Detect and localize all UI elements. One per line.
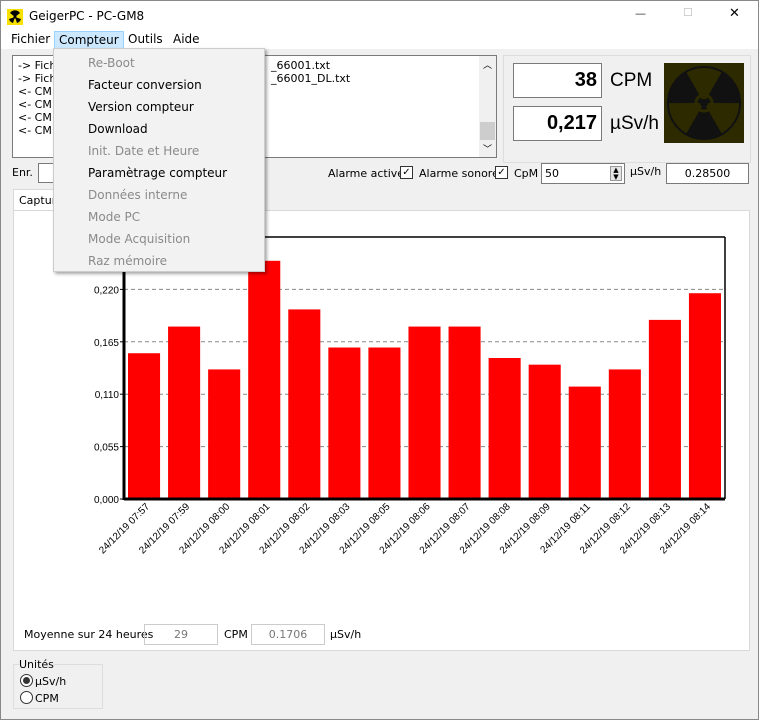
- menu-item-mode-pc: Mode PC: [88, 210, 141, 224]
- y-tick-label: 0,110: [95, 390, 120, 401]
- bar: [368, 347, 401, 499]
- average-cpm-unit: CPM: [224, 628, 248, 641]
- compteur-dropdown-menu: Re-Boot Facteur conversion Version compteu…: [53, 48, 265, 272]
- y-tick-label: 0,220: [94, 285, 119, 296]
- menu-item-facteur-conversion[interactable]: Facteur conversion: [88, 74, 202, 96]
- bar: [328, 347, 361, 499]
- menu-item-re-boot: Re-Boot: [88, 56, 135, 70]
- menu-item-param-trage-compteur[interactable]: Paramètrage compteur: [88, 162, 227, 184]
- bar: [408, 326, 441, 499]
- menu-item-download[interactable]: Download: [88, 118, 148, 140]
- y-tick-label: 0,165: [94, 338, 119, 349]
- radio-cpm-label: CPM: [35, 692, 59, 705]
- menu-item-donn-es-interne: Données interne: [88, 188, 188, 202]
- units-title: Unités: [19, 658, 54, 671]
- bar: [448, 326, 481, 499]
- average-dose-field: 0.1706: [251, 624, 325, 645]
- bar: [688, 293, 721, 499]
- menu-item-raz-m-moire: Raz mémoire: [88, 254, 168, 268]
- bar: [168, 326, 201, 499]
- radio-usvh[interactable]: [20, 674, 33, 687]
- bar: [648, 319, 681, 499]
- average-dose-unit: µSv/h: [330, 628, 362, 641]
- y-tick-label: 0,000: [94, 495, 119, 506]
- average-label: Moyenne sur 24 heures: [24, 628, 154, 641]
- bar: [488, 357, 521, 499]
- menu-item-init-date-et-heure: Init. Date et Heure: [88, 144, 200, 158]
- bar: [528, 364, 561, 499]
- bar: [248, 260, 281, 499]
- bar: [288, 309, 321, 499]
- radio-usvh-label: µSv/h: [35, 675, 67, 688]
- radio-cpm[interactable]: [20, 691, 33, 704]
- bar: [208, 369, 241, 499]
- menu-item-version-compteur[interactable]: Version compteur: [88, 96, 194, 118]
- bar: [128, 353, 161, 499]
- y-tick-label: 0,055: [94, 443, 119, 454]
- bar: [608, 369, 641, 499]
- app-window: GeigerPC - PC-GM8 — ☐ ✕ Fichier Compteur…: [0, 0, 759, 720]
- average-cpm-field: 29: [144, 624, 218, 645]
- menu-item-mode-acquisition: Mode Acquisition: [88, 232, 191, 246]
- bar: [568, 386, 601, 499]
